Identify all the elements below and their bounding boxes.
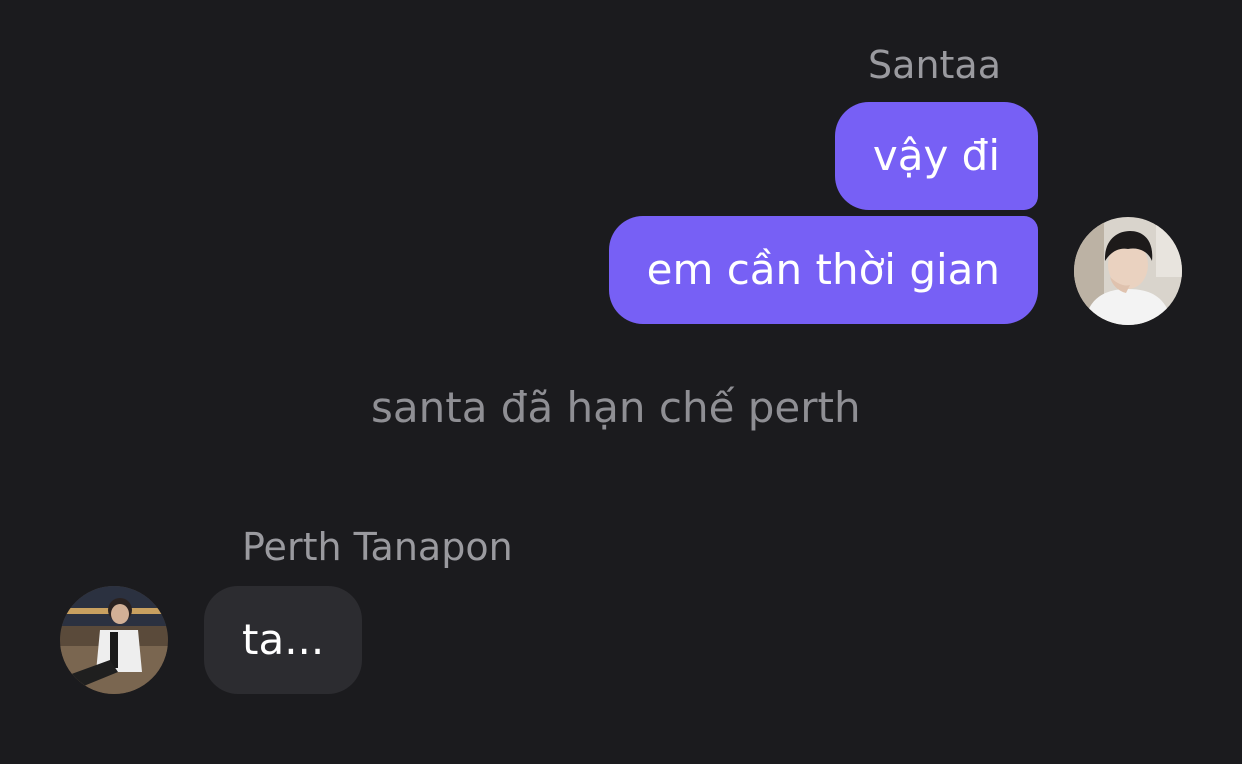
sender-name-santaa: Santaa — [868, 43, 1001, 87]
message-bubble-outgoing[interactable]: em cần thời gian — [608, 216, 1038, 324]
perth-avatar-icon[interactable] — [60, 586, 168, 694]
message-bubble-outgoing[interactable]: vậy đi — [834, 102, 1038, 210]
message-text: em cần thời gian — [646, 245, 1000, 294]
message-bubble-incoming[interactable]: ta... — [204, 586, 363, 694]
message-text: ta... — [242, 615, 325, 664]
system-notice: santa đã hạn chế perth — [371, 383, 861, 432]
message-text: vậy đi — [872, 131, 1000, 180]
sender-name-perth: Perth Tanapon — [242, 525, 513, 569]
santa-avatar-icon[interactable] — [1074, 217, 1182, 325]
